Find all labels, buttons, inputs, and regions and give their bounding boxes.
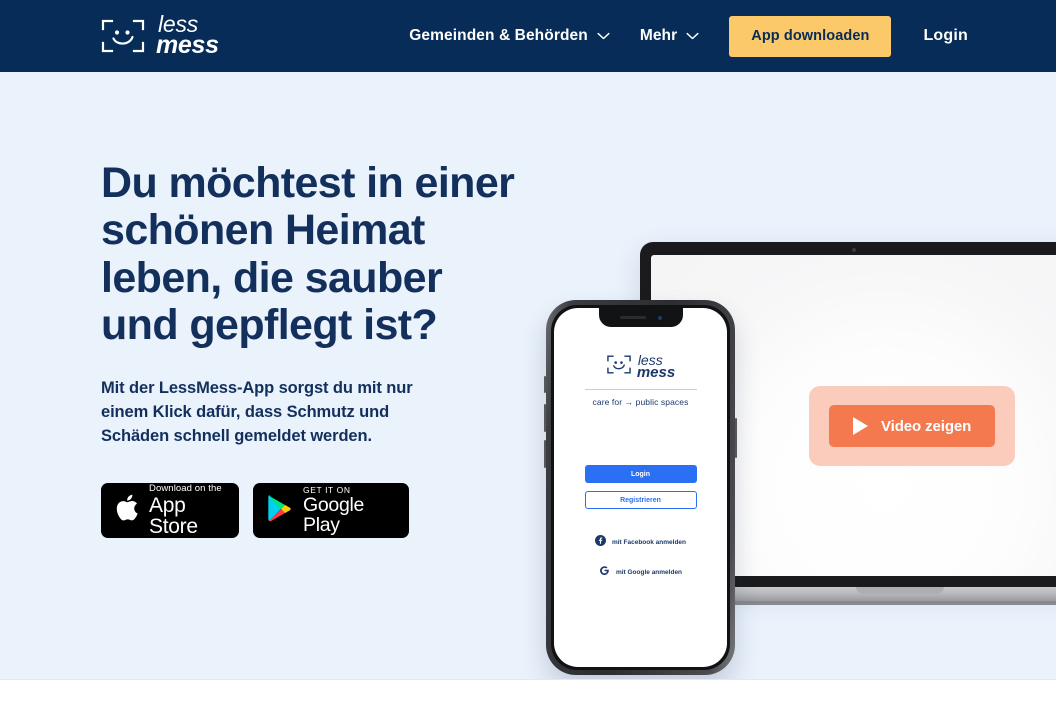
phone-camera-icon (657, 315, 662, 320)
google-play-icon (267, 493, 294, 528)
app-register-button[interactable]: Registrieren (584, 491, 697, 509)
google-play-badge-text: GET IT ON Google Play (303, 486, 395, 536)
laptop-camera-icon (852, 248, 856, 252)
phone-mockup: less mess care for → public spaces Login… (544, 300, 737, 675)
hero-title: Du möchtest in einer schönen Heimat lebe… (101, 159, 515, 349)
facebook-login-label: mit Facebook anmelden (611, 538, 687, 546)
phone-notch (598, 308, 683, 327)
google-play-badge[interactable]: GET IT ON Google Play (253, 482, 409, 538)
app-store-badge-small: Download on the (149, 482, 222, 494)
google-icon (599, 563, 610, 581)
store-badges: Download on the App Store GET IT ON Goog… (101, 482, 531, 538)
facebook-login-row[interactable]: mit Facebook anmelden (594, 533, 687, 551)
site-header: less mess Gemeinden & Behörden Mehr App … (0, 0, 1056, 72)
app-login-screen: less mess care for → public spaces Login… (554, 308, 727, 581)
nav-item-gemeinden-behoerden[interactable]: Gemeinden & Behörden (409, 21, 610, 51)
brand-logo[interactable]: less mess (100, 13, 219, 60)
google-play-badge-big: Google Play (303, 494, 365, 536)
show-video-button-label: Video zeigen (881, 417, 972, 435)
main-navigation: Gemeinden & Behörden Mehr App downloaden… (409, 15, 968, 57)
nav-item-label: Mehr (639, 27, 678, 44)
hero-copy-block: Du möchtest in einer schönen Heimat lebe… (101, 159, 531, 538)
phone-mute-switch (544, 376, 546, 393)
nav-item-mehr[interactable]: Mehr (640, 21, 699, 51)
app-store-badge-big: App Store (149, 494, 198, 539)
hero-subtitle: Mit der LessMess-App sorgst du mit nur e… (101, 379, 413, 446)
app-social-logins: mit Facebook anmelden mit Google anmelde… (594, 533, 687, 581)
app-download-button[interactable]: App downloaden (729, 15, 892, 57)
phone-bezel: less mess care for → public spaces Login… (551, 305, 730, 670)
app-store-badge-text: Download on the App Store (149, 484, 225, 538)
play-icon (853, 417, 868, 435)
phone-speaker-icon (619, 316, 646, 319)
app-login-button[interactable]: Login (584, 465, 697, 483)
phone-power-button (735, 418, 737, 458)
app-brand-wordmark: less mess (636, 353, 676, 381)
google-login-label: mit Google anmelden (615, 568, 683, 576)
app-tagline: care for → public spaces (592, 397, 689, 407)
nav-item-label: Gemeinden & Behörden (409, 27, 588, 44)
phone-volume-down-button (544, 440, 546, 468)
google-login-row[interactable]: mit Google anmelden (599, 563, 682, 581)
login-link[interactable]: Login (923, 27, 968, 45)
app-store-badge[interactable]: Download on the App Store (101, 482, 239, 538)
phone-screen: less mess care for → public spaces Login… (554, 308, 727, 667)
facebook-icon (594, 533, 606, 551)
hero-section: Du möchtest in einer schönen Heimat lebe… (0, 72, 1056, 680)
phone-volume-up-button (544, 404, 546, 432)
chevron-down-icon[interactable] (686, 32, 699, 40)
video-button-halo: Video zeigen (809, 386, 1016, 466)
show-video-button[interactable]: Video zeigen (829, 405, 996, 447)
app-brand-logo: less mess (606, 353, 676, 381)
brand-word-mess: mess (156, 31, 219, 60)
google-play-badge-small: GET IT ON (303, 484, 351, 495)
scan-smiley-logo-icon (100, 17, 146, 55)
scan-smiley-logo-icon (606, 354, 632, 380)
app-auth-buttons: Login Registrieren (584, 465, 697, 509)
app-divider (584, 389, 697, 390)
brand-wordmark: less mess (156, 13, 219, 60)
next-section (0, 680, 1056, 719)
chevron-down-icon[interactable] (597, 32, 610, 40)
apple-icon (115, 493, 140, 528)
app-brand-word-mess: mess (636, 363, 676, 381)
